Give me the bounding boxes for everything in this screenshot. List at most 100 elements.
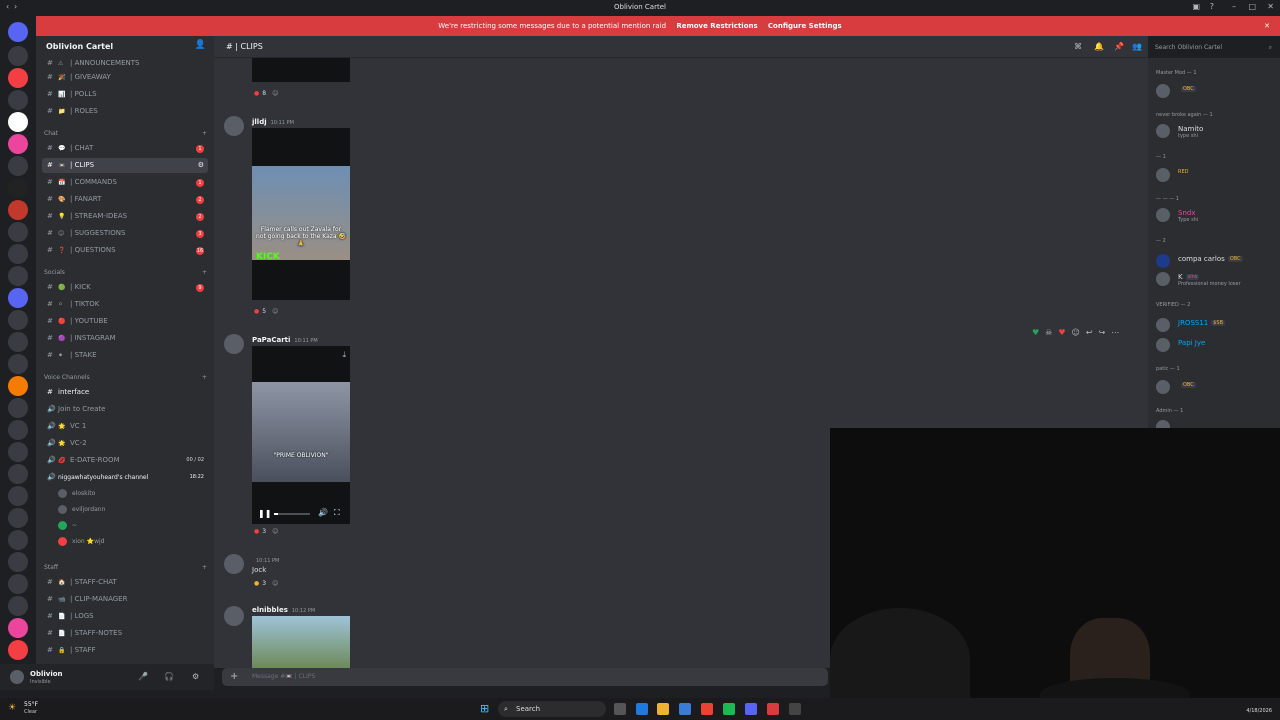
back-arrow-icon[interactable]: ‹ [6,2,9,11]
channel-polls[interactable]: # 📊 | POLLS [42,87,208,102]
server-icon[interactable] [8,134,28,154]
avatar[interactable] [224,334,244,354]
channel-staff[interactable]: # 🔒 | STAFF [42,643,208,658]
message-author[interactable]: jlldj 10:11 PM [252,118,294,126]
app-icon[interactable] [789,703,801,715]
server-icon[interactable] [8,68,28,88]
server-icon[interactable] [8,398,28,418]
server-icon[interactable] [8,222,28,242]
configure-settings-link[interactable]: Configure Settings [768,22,842,30]
taskbar-search[interactable]: ⌕ Search [498,701,606,717]
voice-active-channel[interactable]: 🔊 niggawhatyouheard's channel 18:22 [42,470,208,485]
reaction-row[interactable]: ● 5 ☺ [254,308,278,315]
remove-restrictions-link[interactable]: Remove Restrictions [676,22,757,30]
server-icon[interactable] [8,640,28,660]
discord-icon[interactable] [745,703,757,715]
reaction-row[interactable]: ● 3 ☺ [254,580,278,587]
pause-icon[interactable]: ❚❚ [258,509,271,518]
channel-questions[interactable]: # ❓ | QUESTIONS 16 [42,243,208,258]
voice-e-date-room[interactable]: 🔊 💋 E-DATE-ROOM 00 / 02 [42,453,208,468]
channel-clip-manager[interactable]: # 📹 | CLIP-MANAGER [42,592,208,607]
server-icon[interactable] [8,376,28,396]
add-member-icon[interactable]: 👤 [195,40,206,50]
message-actions-toolbar[interactable]: ♥☠♥☺↩↪⋯ [1032,328,1125,337]
file-explorer-icon[interactable] [657,703,669,715]
server-icon[interactable] [8,530,28,550]
message-input[interactable]: + Message #📼 | CLIPS [222,668,828,686]
server-header[interactable]: Oblivion Cartel 👤 [36,36,214,58]
search-input[interactable]: Search Oblivion Cartel ⌕ [1150,41,1276,54]
channel-giveaway[interactable]: # 🎉 | GIVEAWAY [42,70,208,85]
edge-browser-icon[interactable] [636,703,648,715]
server-icon[interactable] [8,508,28,528]
server-icon[interactable] [8,112,28,132]
channel-kick[interactable]: # 🟢 | KICK 9 [42,280,208,295]
download-icon[interactable]: ⤓ [342,350,346,360]
windows-start-icon[interactable]: ⊞ [480,702,489,715]
server-icon[interactable] [8,178,28,198]
channel-instagram[interactable]: # 🟣 | INSTAGRAM [42,331,208,346]
server-icon[interactable] [8,90,28,110]
channel-commands[interactable]: # 📅 | COMMANDS 1 [42,175,208,190]
pin-icon[interactable]: 📌 [1114,42,1124,51]
server-icon[interactable] [8,244,28,264]
server-icon[interactable] [8,464,28,484]
server-icon[interactable] [8,596,28,616]
microphone-icon[interactable]: 🎤 [138,672,148,681]
category-staff[interactable]: Staff + [44,564,207,571]
settings-gear-icon[interactable]: ⚙ [192,672,199,681]
channel-suggestions[interactable]: # 😊 | SUGGESTIONS 3 [42,226,208,241]
channel-announcements[interactable]: # ⚠ | ANNOUNCEMENTS [42,56,208,71]
channel-youtube[interactable]: # 🔴 | YOUTUBE [42,314,208,329]
channel-chat[interactable]: # 💬 | CHAT 1 [42,141,208,156]
server-icon[interactable] [8,288,28,308]
channel-clips[interactable]: # 📼 | CLIPS ⚙ [42,158,208,173]
channel-fanart[interactable]: # 🎨 | FANART 2 [42,192,208,207]
server-icon[interactable] [8,420,28,440]
video-player[interactable]: ⤓ "PRIME OBLIVION" [252,346,350,524]
server-icon[interactable] [8,332,28,352]
server-icon[interactable] [8,486,28,506]
forward-arrow-icon[interactable]: › [14,2,17,11]
reaction-row[interactable]: ● 8 ☺ [254,90,278,97]
server-icon[interactable] [8,310,28,330]
video-attachment[interactable]: Flamer calls out Zavala for not going ba… [252,128,350,300]
server-icon[interactable] [8,552,28,572]
video-attachment[interactable] [252,58,350,82]
voice-join-to-create[interactable]: 🔊 Join to Create [42,402,208,417]
channel-interface[interactable]: # interface [42,385,208,400]
server-icon[interactable] [8,574,28,594]
reaction-row[interactable]: ● 3 ☺ [254,528,278,535]
channel-staff-notes[interactable]: # 📄 | STAFF-NOTES [42,626,208,641]
fullscreen-icon[interactable]: ⛶ [334,508,340,518]
help-icon[interactable]: ? [1210,2,1214,11]
store-icon[interactable] [679,703,691,715]
avatar[interactable] [224,554,244,574]
category-chat[interactable]: Chat + [44,130,207,137]
avatar[interactable] [224,606,244,626]
server-icon[interactable] [8,618,28,638]
threads-icon[interactable]: ⌘ [1074,42,1082,51]
server-icon[interactable] [8,266,28,286]
headphones-icon[interactable]: 🎧 [164,672,174,681]
notification-bell-icon[interactable]: 🔔 [1094,42,1104,51]
image-attachment[interactable] [252,616,350,668]
server-icon[interactable] [8,200,28,220]
maximize-icon[interactable]: □ [1248,2,1256,11]
category-socials[interactable]: Socials + [44,269,207,276]
server-icon[interactable] [8,354,28,374]
close-banner-icon[interactable]: ✕ [1264,16,1270,36]
channel-roles[interactable]: # 📁 | ROLES [42,104,208,119]
channel-logs[interactable]: # 📄 | LOGS [42,609,208,624]
server-icon[interactable] [8,442,28,462]
minimize-icon[interactable]: – [1232,2,1236,11]
member-list-icon[interactable]: 👥 [1132,42,1142,51]
channel-staff-chat[interactable]: # 🏠 | STAFF-CHAT [42,575,208,590]
spotify-icon[interactable] [723,703,735,715]
message-author[interactable]: elnibbles 10:12 PM [252,606,315,614]
message-author[interactable]: 10:11 PM [252,556,279,564]
channel-tiktok[interactable]: # ⚪ | TIKTOK [42,297,208,312]
add-attachment-icon[interactable]: + [230,668,238,686]
channel-stream-ideas[interactable]: # 💡 | STREAM-IDEAS 2 [42,209,208,224]
voice-vc-2[interactable]: 🔊 🌟 VC-2 [42,436,208,451]
